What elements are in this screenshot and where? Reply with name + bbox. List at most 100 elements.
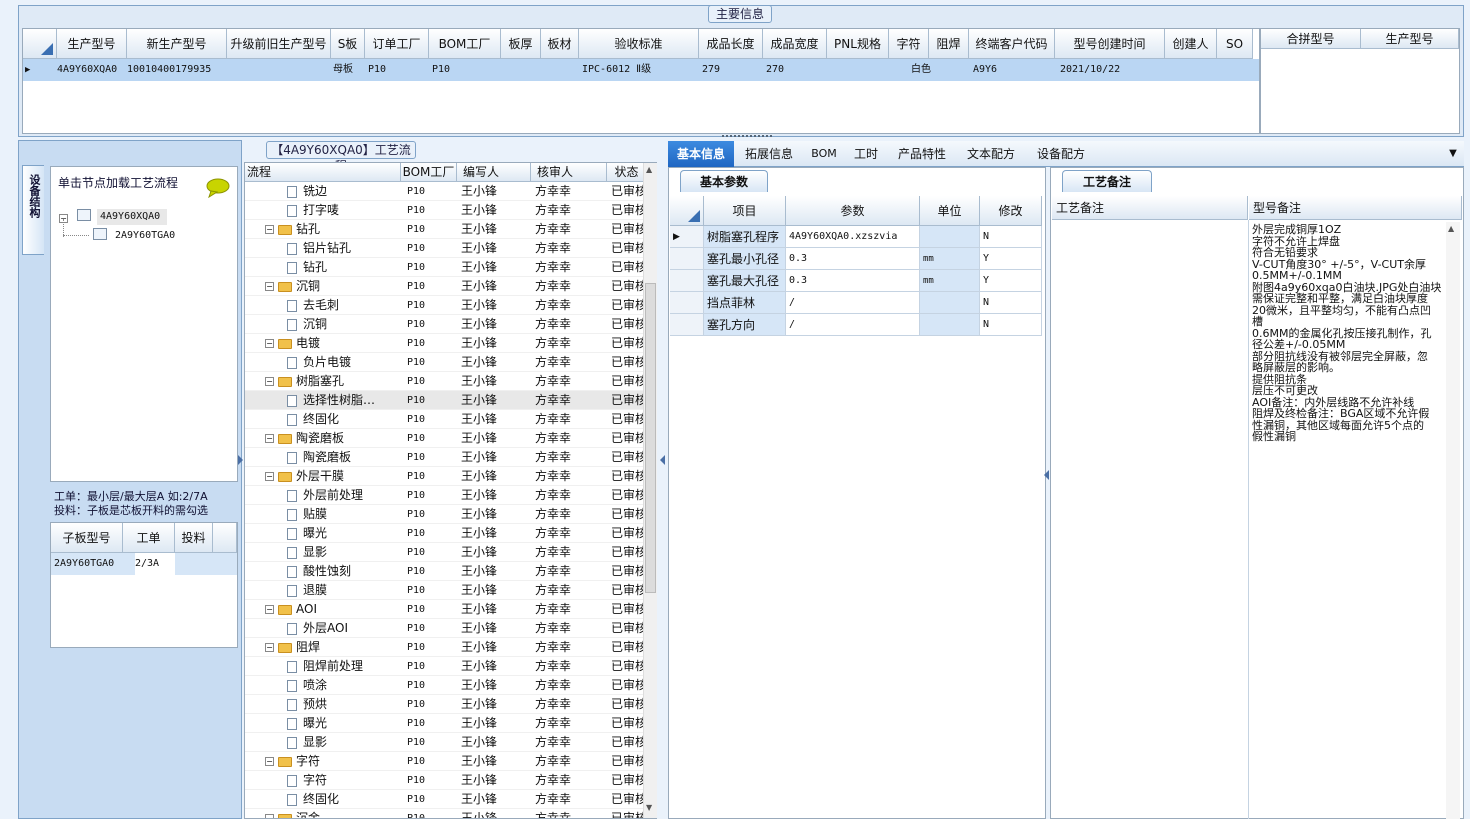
cell-reviewer[interactable]: 方幸幸 [535,809,605,818]
cell-factory[interactable]: P10 [407,220,457,239]
main-col-header[interactable]: 创建人 [1165,29,1217,59]
cell-writer[interactable]: 王小锋 [461,733,531,752]
sub-board-grid[interactable]: 子板型号 工单 投料 2A9Y60TGA0 2/3A ✓ [50,522,238,648]
main-col-header[interactable]: 订单工厂 [365,29,429,59]
tab-device-recipe[interactable]: 设备配方 [1028,141,1094,167]
table-row[interactable]: 终固化 P10 王小锋 方幸幸 已审核 [245,410,645,429]
cell-reviewer[interactable]: 方幸幸 [535,771,605,790]
tab-work-hours[interactable]: 工时 [846,141,886,167]
main-col-header[interactable]: SO [1217,29,1253,59]
flow-node[interactable]: − 沉铜 [265,277,399,296]
cell-unit[interactable] [920,292,980,314]
cell-factory[interactable]: P10 [407,638,457,657]
cell-factory[interactable]: P10 [407,809,457,818]
cell-reviewer[interactable]: 方幸幸 [535,315,605,334]
horizontal-splitter[interactable] [722,135,772,140]
flow-node[interactable]: 外层前处理 [287,486,399,505]
flow-node[interactable]: 喷涂 [287,676,399,695]
cell-writer[interactable]: 王小锋 [461,182,531,201]
main-col-header[interactable]: 生产型号 [57,29,127,59]
cell-customer-code[interactable]: A9Y6 [973,59,1059,81]
cell-sub-model[interactable]: 2A9Y60TGA0 [54,553,122,575]
table-row[interactable]: − 钻孔 P10 王小锋 方幸幸 已审核 [245,220,645,239]
table-row[interactable]: 塞孔最小孔径 0.3 mm Y [670,248,1042,270]
cell-status[interactable]: 已审核 [611,448,645,467]
cell-reviewer[interactable]: 方幸幸 [535,543,605,562]
minus-icon[interactable]: − [265,757,274,766]
cell-factory[interactable]: P10 [407,467,457,486]
flow-node[interactable]: 贴膜 [287,505,399,524]
flow-col-header[interactable]: 核审人 [531,163,607,182]
cell-reviewer[interactable]: 方幸幸 [535,695,605,714]
cell-bom-factory[interactable]: P10 [432,59,502,81]
flow-node[interactable]: 去毛刺 [287,296,399,315]
cell-unit[interactable]: mm [920,248,980,270]
cell-reviewer[interactable]: 方幸幸 [535,410,605,429]
table-row[interactable]: 显影 P10 王小锋 方幸幸 已审核 [245,733,645,752]
cell-factory[interactable]: P10 [407,733,457,752]
middle-splitter[interactable] [659,300,667,580]
cell-factory[interactable]: P10 [407,581,457,600]
cell-edit[interactable]: Y [980,270,1042,292]
table-row[interactable]: 曝光 P10 王小锋 方幸幸 已审核 [245,714,645,733]
table-row[interactable]: 选择性树脂… P10 王小锋 方幸幸 已审核 [245,391,645,410]
cell-factory[interactable]: P10 [407,619,457,638]
table-row[interactable]: 酸性蚀刻 P10 王小锋 方幸幸 已审核 [245,562,645,581]
remark-scrollbar[interactable]: ▲ [1446,222,1460,819]
table-row[interactable]: 曝光 P10 王小锋 方幸幸 已审核 [245,524,645,543]
cell-writer[interactable]: 王小锋 [461,372,531,391]
cell-writer[interactable]: 王小锋 [461,752,531,771]
cell-factory[interactable]: P10 [407,486,457,505]
table-row[interactable]: − 外层干膜 P10 王小锋 方幸幸 已审核 [245,467,645,486]
cell-factory[interactable]: P10 [407,258,457,277]
cell-writer[interactable]: 王小锋 [461,410,531,429]
flow-node[interactable]: 陶瓷磨板 [287,448,399,467]
cell-order-factory[interactable]: P10 [368,59,430,81]
cell-width[interactable]: 270 [766,59,829,81]
flow-node[interactable]: 字符 [287,771,399,790]
cell-writer[interactable]: 王小锋 [461,524,531,543]
cell-status[interactable]: 已审核 [611,771,645,790]
flow-node[interactable]: 显影 [287,543,399,562]
table-row[interactable]: ▶ 4A9Y60XQA0 10010400179935 母板 P10 P10 I… [23,59,1259,81]
cell-status[interactable]: 已审核 [611,524,645,543]
scroll-down-icon[interactable]: ▼ [646,803,652,812]
cell-writer[interactable]: 王小锋 [461,505,531,524]
cell-status[interactable]: 已审核 [611,619,645,638]
cell-status[interactable]: 已审核 [611,505,645,524]
main-col-header[interactable]: BOM工厂 [429,29,501,59]
main-col-header[interactable]: 验收标准 [579,29,699,59]
cell-item[interactable]: 挡点菲林 [704,292,786,314]
tab-product-features[interactable]: 产品特性 [890,141,954,167]
cell-reviewer[interactable]: 方幸幸 [535,334,605,353]
cell-writer[interactable]: 王小锋 [461,258,531,277]
cell-writer[interactable]: 王小锋 [461,467,531,486]
flow-node[interactable]: 铣边 [287,182,399,201]
flow-node[interactable]: − 陶瓷磨板 [265,429,399,448]
flow-node[interactable]: 预烘 [287,695,399,714]
flow-node[interactable]: 钻孔 [287,258,399,277]
tab-basic-info[interactable]: 基本信息 [668,141,734,167]
flow-node[interactable]: − 阻焊 [265,638,399,657]
flow-node[interactable]: − 沉金 [265,809,399,818]
cell-model[interactable]: 4A9Y60XQA0 [57,59,127,81]
cell-edit[interactable]: Y [980,248,1042,270]
flow-col-header[interactable]: 编写人 [457,163,531,182]
cell-unit[interactable] [920,226,980,248]
table-row[interactable]: 铣边 P10 王小锋 方幸幸 已审核 [245,182,645,201]
cell-writer[interactable]: 王小锋 [461,543,531,562]
cell-reviewer[interactable]: 方幸幸 [535,505,605,524]
cell-writer[interactable]: 王小锋 [461,448,531,467]
main-col-header[interactable]: 阻焊 [929,29,969,59]
cell-factory[interactable]: P10 [407,429,457,448]
cell-reviewer[interactable]: 方幸幸 [535,790,605,809]
main-col-header[interactable]: 升级前旧生产型号 [227,29,331,59]
tab-text-recipe[interactable]: 文本配方 [958,141,1024,167]
cell-writer[interactable]: 王小锋 [461,790,531,809]
flow-node[interactable]: 外层AOI [287,619,399,638]
cell-status[interactable]: 已审核 [611,562,645,581]
cell-status[interactable]: 已审核 [611,220,645,239]
cell-status[interactable]: 已审核 [611,809,645,818]
table-row[interactable]: − AOI P10 王小锋 方幸幸 已审核 [245,600,645,619]
cell-writer[interactable]: 王小锋 [461,809,531,818]
